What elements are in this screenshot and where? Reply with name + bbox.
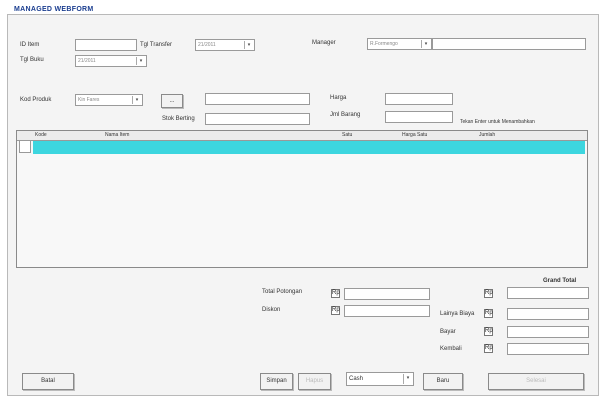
price-input[interactable] — [385, 93, 453, 105]
grand-total-label: Grand Total — [543, 278, 577, 284]
enter-hint: Tekan Enter untuk Menambahkan — [460, 119, 535, 125]
lookup-button[interactable]: ... — [161, 94, 183, 108]
qty-label: Stok Berting — [162, 116, 195, 122]
grand-total-input[interactable] — [507, 287, 589, 299]
discount-label: Diskon — [262, 307, 281, 313]
chevron-down-icon: ▾ — [244, 41, 253, 49]
product-select-value: Kin Fares — [78, 97, 100, 103]
finish-button[interactable]: Selesai — [488, 373, 584, 390]
id-label: ID Item — [20, 42, 40, 48]
product-desc-input[interactable] — [205, 93, 310, 105]
date-select[interactable]: 21/2011 ▾ — [75, 55, 147, 67]
change-checkbox[interactable]: Rp — [484, 344, 493, 353]
column-header[interactable]: Harga Satu — [402, 132, 427, 138]
tax-label: Lainya Biaya — [440, 311, 475, 317]
type-label: Tgl Transfer — [140, 42, 173, 48]
delete-button[interactable]: Hapus — [298, 373, 331, 390]
column-header[interactable]: Kode — [35, 132, 47, 138]
date-select-value: 21/2011 — [78, 58, 96, 64]
tax-checkbox[interactable]: Rp — [484, 309, 493, 318]
calendar-icon: ▾ — [136, 57, 145, 65]
subtotal-input[interactable] — [344, 288, 430, 300]
manager-select[interactable]: R.Formengo ▾ — [367, 38, 432, 50]
chevron-down-icon: ▾ — [132, 96, 141, 104]
manager-label: Manager — [312, 40, 336, 46]
price-label: Harga — [330, 95, 347, 101]
discount-checkbox[interactable]: Rp — [331, 306, 340, 315]
amount-label: Jml Barang — [330, 112, 361, 118]
payment-select-value: Cash — [349, 376, 364, 382]
table-row[interactable] — [33, 141, 585, 154]
column-header[interactable]: Nama Item — [105, 132, 129, 138]
grid-header: Kode Nama Item Satu Harga Satu Jumlah — [17, 131, 587, 141]
row-selector[interactable] — [19, 140, 31, 153]
manager-input[interactable] — [432, 38, 586, 50]
change-label: Kembali — [440, 346, 462, 352]
save-button[interactable]: Simpan — [260, 373, 293, 390]
manager-select-value: R.Formengo — [370, 41, 398, 47]
items-grid[interactable]: Kode Nama Item Satu Harga Satu Jumlah — [16, 130, 588, 268]
chevron-down-icon: ▾ — [403, 374, 412, 384]
change-input[interactable] — [507, 343, 589, 355]
tax-input[interactable] — [507, 308, 589, 320]
type-select-value: 21/2011 — [198, 42, 216, 48]
product-select[interactable]: Kin Fares ▾ — [75, 94, 143, 106]
column-header[interactable]: Jumlah — [479, 132, 495, 138]
bank-input[interactable] — [507, 326, 589, 338]
bank-label: Bayar — [440, 329, 456, 335]
window-title: MANAGED WEBFORM — [14, 6, 94, 13]
chevron-down-icon: ▾ — [421, 40, 430, 48]
type-select[interactable]: 21/2011 ▾ — [195, 39, 255, 51]
payment-select[interactable]: Cash ▾ — [346, 372, 414, 386]
subtotal-checkbox[interactable]: Rp — [331, 289, 340, 298]
qty-input[interactable] — [205, 113, 310, 125]
product-label: Kod Produk — [20, 97, 52, 103]
date-label: Tgl Buku — [20, 57, 44, 63]
cancel-button[interactable]: Batal — [22, 373, 74, 390]
subtotal-label: Total Potongan — [262, 289, 303, 295]
column-header[interactable]: Satu — [342, 132, 352, 138]
new-button[interactable]: Baru — [423, 373, 463, 390]
discount-input[interactable] — [344, 305, 430, 317]
bank-checkbox[interactable]: Rp — [484, 327, 493, 336]
amount-input[interactable] — [385, 111, 453, 123]
id-input[interactable] — [75, 39, 137, 51]
total-checkbox[interactable]: Rp — [484, 289, 493, 298]
